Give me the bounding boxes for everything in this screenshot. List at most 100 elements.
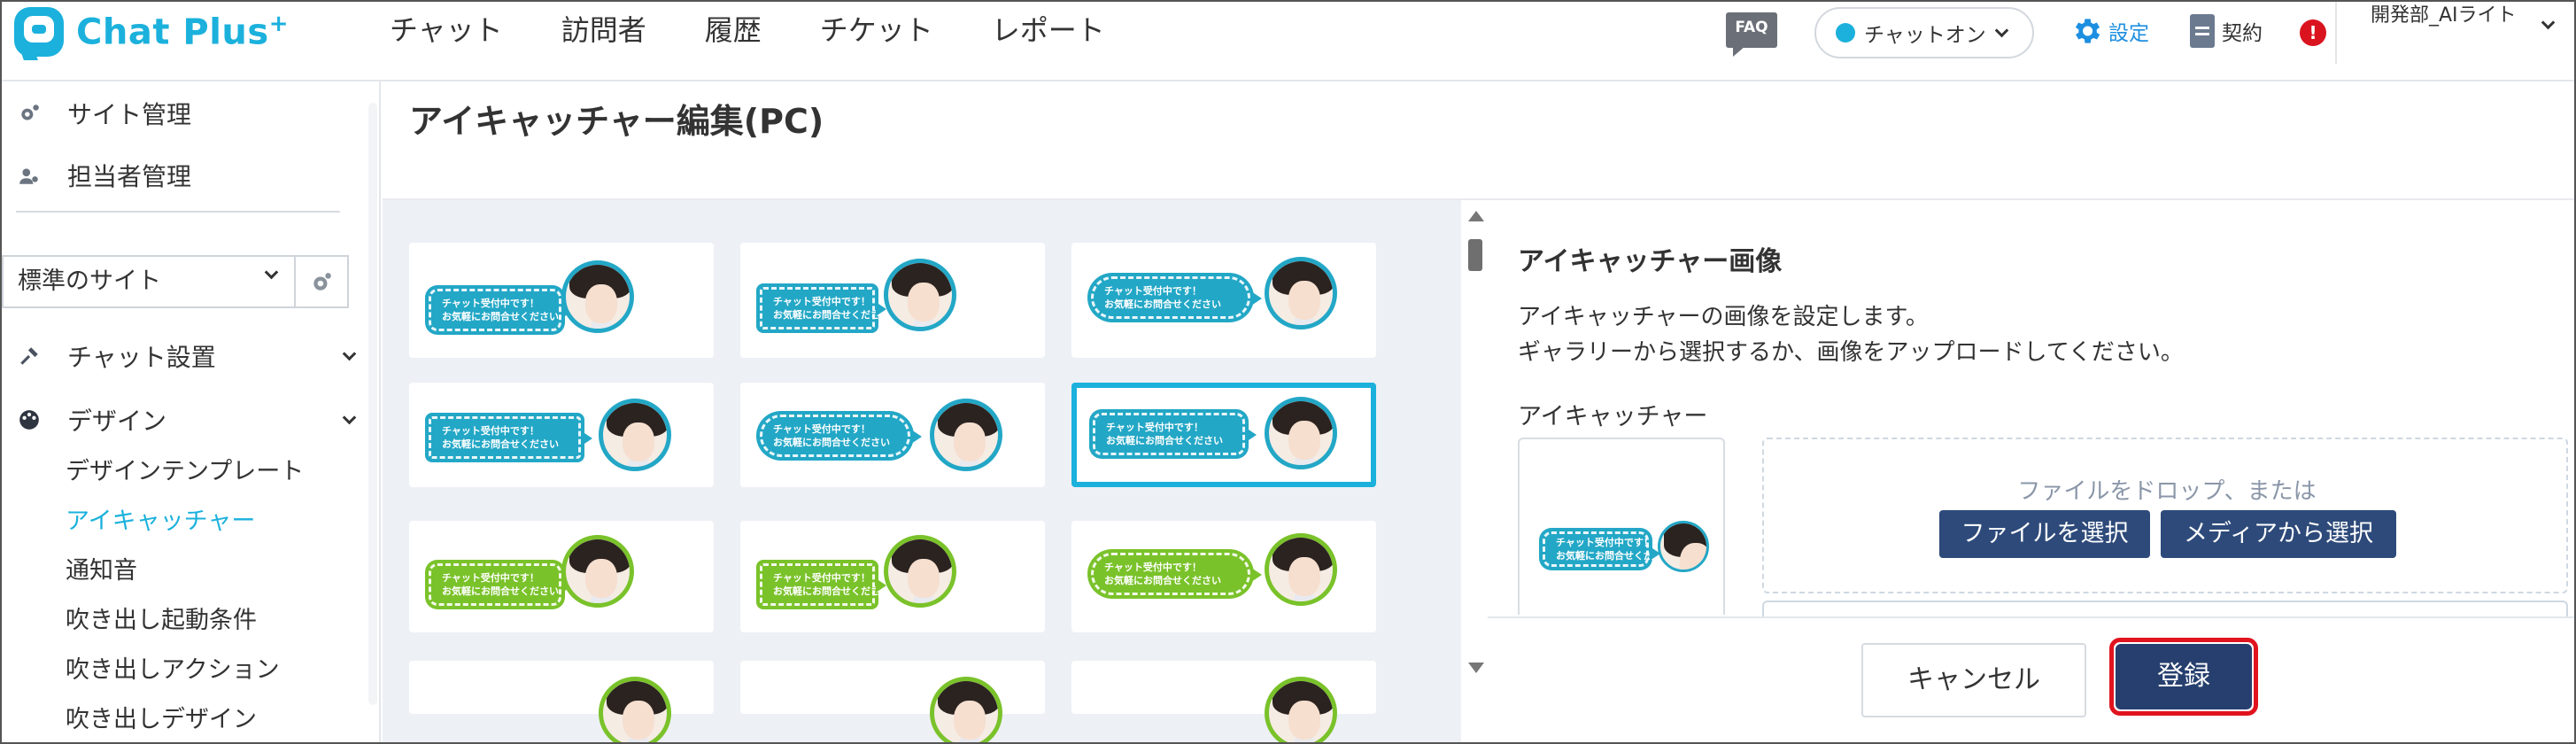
contract-link[interactable]: 契約 <box>2190 14 2263 48</box>
gear-icon <box>2075 19 2100 43</box>
file-dropzone[interactable]: ファイルをドロップ、または ファイルを選択 メディアから選択 <box>1762 438 2568 593</box>
operator-avatar <box>1265 397 1337 469</box>
gallery-item-selected[interactable]: チャット受付中です！ お気軽にお問合せください <box>1071 383 1376 487</box>
sidebar-item-label: 担当者管理 <box>67 162 192 191</box>
gallery-item[interactable] <box>1071 661 1376 742</box>
cancel-button[interactable]: キャンセル <box>1861 643 2086 717</box>
gallery-item[interactable] <box>740 661 1045 742</box>
site-settings-button[interactable] <box>296 255 349 308</box>
gallery-item[interactable]: チャット受付中です！ お気軽にお問合せください <box>1071 243 1376 358</box>
bubble-preview: チャット受付中です！ お気軽にお問合せください <box>1093 413 1257 455</box>
eyecatcher-preview: チャット受付中です！ お気軽にお問合せください <box>1518 438 1725 615</box>
tools-icon <box>20 347 38 365</box>
sidebar-item-site-manage[interactable]: サイト管理 <box>18 96 191 131</box>
account-menu[interactable]: 開発部_AIライト <box>2335 2 2574 64</box>
operator-avatar <box>884 535 956 608</box>
site-select-value: 標準のサイト <box>18 267 161 295</box>
sidebar: サイト管理 担当者管理 標準のサイト チャット設置 デザイン デザインテンプレー… <box>2 81 381 742</box>
bubble-preview: チャット受付中です！ お気軽にお問合せください <box>429 289 573 331</box>
sidebar-subitem-bubble-trigger[interactable]: 吹き出し起動条件 <box>66 601 257 635</box>
alert-icon[interactable]: ! <box>2300 19 2326 46</box>
panel-description: アイキャッチャーの画像を設定します。 ギャラリーから選択するか、画像をアップロー… <box>1518 304 2184 366</box>
chat-status-label: チャットオン <box>1864 24 1986 47</box>
dropzone-text: ファイルをドロップ、または <box>2017 478 2317 505</box>
settings-link[interactable]: 設定 <box>2069 14 2149 48</box>
status-dot-icon <box>1836 23 1855 43</box>
top-nav: チャット 訪問者 履歴 チケット レポート <box>390 9 1164 51</box>
chevron-down-icon <box>264 265 279 280</box>
contract-label: 契約 <box>2222 22 2263 45</box>
gear-icon <box>21 105 39 120</box>
nav-chat[interactable]: チャット <box>390 9 503 51</box>
bubble-preview: チャット受付中です！ お気軽にお問合せください <box>1091 276 1262 319</box>
sidebar-item-chat-setup[interactable]: チャット設置 <box>18 338 357 374</box>
panel-title: アイキャッチャー画像 <box>1518 246 1783 277</box>
logo-text: Chat Plus+ <box>76 11 289 53</box>
select-file-button[interactable]: ファイルを選択 <box>1939 510 2150 558</box>
sidebar-divider <box>16 211 340 213</box>
gallery-item[interactable]: チャット受付中です！ お気軽にお問合せください <box>1071 521 1376 632</box>
document-icon <box>2190 14 2215 48</box>
gear-icon <box>313 273 331 291</box>
gallery-scrollbar[interactable] <box>1463 200 1488 689</box>
gallery-item[interactable] <box>409 661 714 742</box>
sidebar-item-staff-manage[interactable]: 担当者管理 <box>18 158 191 193</box>
page-title: アイキャッチャー編集(PC) <box>409 102 824 141</box>
operator-avatar <box>1265 257 1337 329</box>
gallery-item[interactable]: チャット受付中です！ お気軽にお問合せください <box>409 243 714 358</box>
bubble-preview: チャット受付中です！ お気軽にお問合せください <box>760 287 890 329</box>
faq-icon[interactable]: FAQ <box>1726 12 1777 57</box>
select-media-button[interactable]: メディアから選択 <box>2161 510 2396 558</box>
chevron-down-icon <box>342 346 357 360</box>
operator-avatar <box>884 259 956 331</box>
chevron-down-icon <box>342 410 357 424</box>
operator-avatar <box>1265 677 1337 742</box>
nav-visitors[interactable]: 訪問者 <box>561 9 646 51</box>
operator-avatar <box>599 399 671 471</box>
sidebar-item-label: デザイン <box>67 407 167 436</box>
sidebar-subitem-notification-sound[interactable]: 通知音 <box>66 551 137 585</box>
sidebar-item-design[interactable]: デザイン <box>18 402 357 438</box>
gallery-item[interactable]: チャット受付中です！ お気軽にお問合せください <box>740 383 1045 487</box>
sidebar-item-label: チャット設置 <box>67 343 216 372</box>
operator-avatar <box>599 677 671 742</box>
nav-reports[interactable]: レポート <box>992 9 1105 51</box>
sidebar-subitem-bubble-action[interactable]: 吹き出しアクション <box>66 650 280 685</box>
chevron-down-icon <box>2541 15 2556 30</box>
account-name: 開発部_AIライト <box>2371 4 2517 27</box>
bubble-preview: チャット受付中です！ お気軽にお問合せください <box>429 563 573 606</box>
operator-avatar <box>1265 533 1337 606</box>
nav-tickets[interactable]: チケット <box>820 9 933 51</box>
top-header: Chat Plus+ チャット 訪問者 履歴 チケット レポート FAQ チャッ… <box>2 2 2574 81</box>
operator-avatar <box>561 260 634 333</box>
sidebar-subitem-bubble-design[interactable]: 吹き出しデザイン <box>66 700 257 734</box>
gallery-item[interactable]: チャット受付中です！ お気軽にお問合せください <box>409 521 714 632</box>
gallery-item[interactable]: チャット受付中です！ お気軽にお問合せください <box>740 521 1045 632</box>
chevron-down-icon <box>1994 23 2009 37</box>
scroll-down-icon[interactable] <box>1468 663 1484 673</box>
scroll-thumb[interactable] <box>1468 239 1482 271</box>
operator-avatar <box>930 399 1002 471</box>
app-window: Chat Plus+ チャット 訪問者 履歴 チケット レポート FAQ チャッ… <box>0 0 2576 744</box>
chat-plus-logo[interactable]: Chat Plus+ <box>14 7 289 60</box>
submit-highlight: 登録 <box>2109 638 2258 716</box>
bubble-preview: チャット受付中です！ お気軽にお問合せください <box>1091 553 1262 595</box>
eyecatcher-gallery: チャット受付中です！ お気軽にお問合せください チャット受付中です！ お気軽にお問合… <box>383 200 1461 742</box>
gallery-item[interactable]: チャット受付中です！ お気軽にお問合せください <box>740 243 1045 358</box>
sidebar-subitem-design-template[interactable]: デザインテンプレート <box>66 452 304 486</box>
bubble-preview: チャット受付中です！ お気軽にお問合せください <box>429 416 592 459</box>
submit-button[interactable]: 登録 <box>2116 644 2252 709</box>
footer-divider <box>1488 616 2574 618</box>
chat-status-toggle[interactable]: チャットオン <box>1814 7 2034 58</box>
sidebar-scrollbar[interactable] <box>368 103 377 705</box>
main-content: アイキャッチャー編集(PC) チャット受付中です！ お気軽にお問合せください チャ… <box>383 81 2574 742</box>
scroll-up-icon[interactable] <box>1468 211 1484 221</box>
site-select[interactable]: 標準のサイト <box>2 255 296 308</box>
operator-avatar <box>561 535 634 608</box>
users-icon <box>19 168 38 184</box>
sidebar-subitem-eyecatcher[interactable]: アイキャッチャー <box>66 501 255 536</box>
sidebar-item-label: サイト管理 <box>67 100 192 129</box>
nav-history[interactable]: 履歴 <box>705 9 762 51</box>
gallery-item[interactable]: チャット受付中です！ お気軽にお問合せください <box>409 383 714 487</box>
bubble-preview: チャット受付中です！ お気軽にお問合せください <box>760 563 890 606</box>
